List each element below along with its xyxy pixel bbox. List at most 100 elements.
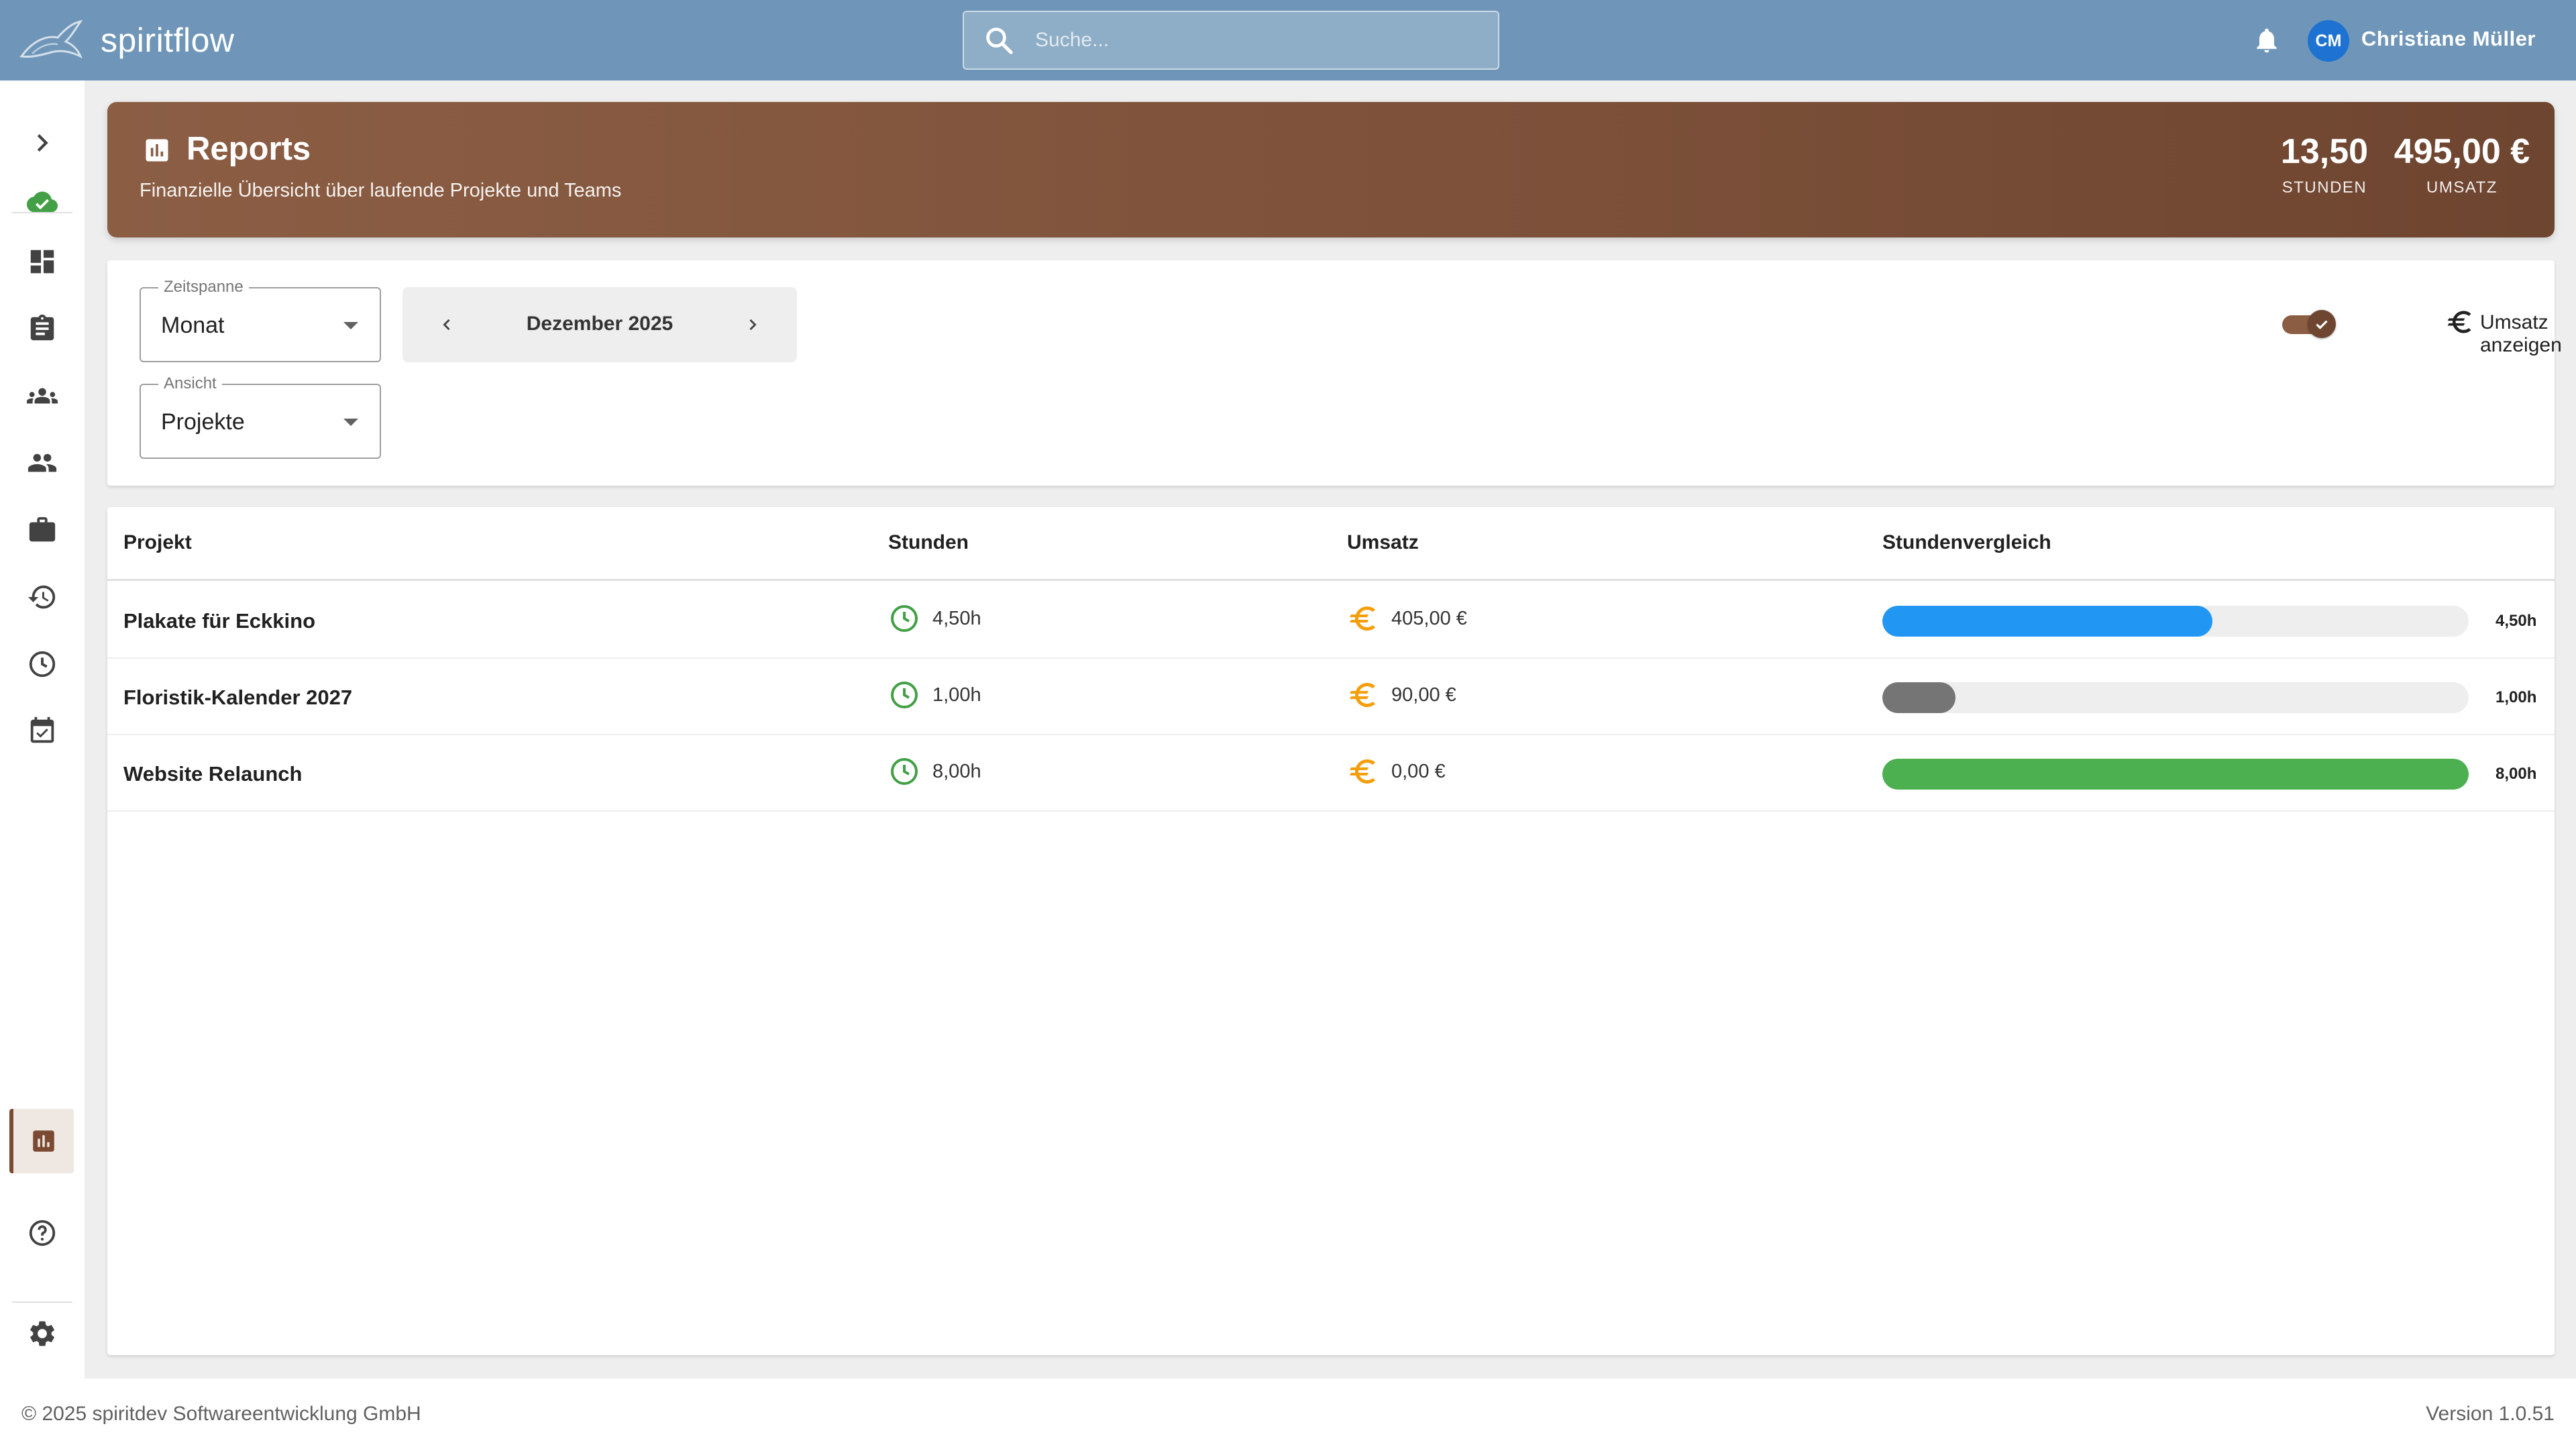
sidebar-item-teams[interactable]: [22, 376, 62, 416]
column-header-hours[interactable]: Stunden: [888, 531, 969, 554]
hours-value: 8,00h: [932, 760, 981, 782]
sidebar-item-history[interactable]: [22, 577, 62, 617]
calendar-check-icon: [30, 716, 54, 743]
table-header: Projekt Stunden Umsatz Stundenvergleich: [107, 507, 2555, 581]
project-name: Floristik-Kalender 2027: [123, 686, 353, 709]
clock-icon: [891, 758, 918, 785]
table-row[interactable]: Plakate für Eckkino 4,50h 405,00 € 4,50h: [107, 582, 2555, 659]
bar-chart-icon: [146, 139, 168, 162]
clock-icon: [891, 682, 918, 708]
hours-bar-fill: [1882, 606, 2212, 637]
clock-icon: [29, 651, 56, 678]
bird-logo-icon: [19, 19, 83, 59]
clipboard-icon: [30, 314, 54, 341]
projects-table: Projekt Stunden Umsatz Stundenvergleich …: [107, 507, 2555, 1355]
revenue-value: 405,00 €: [1391, 607, 1467, 629]
project-name: Website Relaunch: [123, 762, 303, 786]
hours-cell: 8,00h: [888, 755, 981, 788]
sidebar-item-dashboard[interactable]: [22, 241, 62, 282]
hours-bar-track: [1882, 759, 2469, 790]
hours-bar-label: 4,50h: [2496, 612, 2537, 630]
chevron-right-icon: [37, 134, 48, 152]
ansicht-value: Projekte: [161, 409, 245, 435]
sidebar-item-reports[interactable]: [9, 1109, 74, 1173]
footer: © 2025 spiritdev Softwareentwicklung Gmb…: [0, 1379, 2576, 1449]
stat-hours-value: 13,50: [2280, 132, 2369, 171]
clock-icon: [891, 605, 918, 632]
check-icon: [2316, 320, 2328, 329]
sidebar-expand-button[interactable]: [22, 123, 62, 163]
sidebar-item-calendar[interactable]: [22, 711, 62, 751]
sidebar: [0, 80, 85, 1379]
help-icon: [29, 1220, 56, 1246]
hours-bar-track: [1882, 606, 2469, 637]
toggle-knob: [2308, 310, 2336, 338]
revenue-cell: 0,00 €: [1347, 755, 1446, 788]
hours-value: 1,00h: [932, 684, 981, 706]
page-title: Reports: [186, 131, 311, 167]
user-name[interactable]: Christiane Müller: [2361, 27, 2536, 51]
version-text: Version 1.0.51: [2426, 1403, 2555, 1425]
revenue-cell: 90,00 €: [1347, 679, 1456, 711]
hours-value: 4,50h: [932, 607, 981, 629]
reports-header: Reports Finanzielle Übersicht über laufe…: [107, 102, 2555, 237]
brand-name: spiritflow: [101, 21, 235, 59]
project-name: Plakate für Eckkino: [123, 609, 316, 633]
table-row[interactable]: Website Relaunch 8,00h 0,00 € 8,00h: [107, 735, 2555, 812]
hours-cell: 1,00h: [888, 679, 981, 711]
ansicht-select[interactable]: Ansicht Projekte: [140, 374, 381, 459]
search-input[interactable]: [1035, 29, 1471, 52]
ansicht-label: Ansicht: [158, 374, 222, 393]
zeitspanne-value: Monat: [161, 313, 225, 338]
euro-icon: [1350, 683, 1375, 707]
hours-bar-fill: [1882, 759, 2469, 790]
sync-status[interactable]: [22, 182, 62, 222]
hours-bar-track: [1882, 682, 2469, 713]
gear-icon: [30, 1321, 54, 1346]
show-revenue-toggle[interactable]: [2282, 310, 2336, 338]
sidebar-item-tasks[interactable]: [22, 309, 62, 349]
column-header-project[interactable]: Projekt: [123, 531, 192, 554]
table-row[interactable]: Floristik-Kalender 2027 1,00h 90,00 € 1,…: [107, 659, 2555, 735]
column-header-hours-comparison[interactable]: Stundenvergleich: [1882, 531, 2051, 554]
chevron-right-icon: [749, 319, 757, 331]
app-logo[interactable]: spiritflow: [19, 15, 234, 66]
history-icon: [28, 585, 56, 609]
revenue-value: 90,00 €: [1391, 684, 1456, 706]
bar-chart-icon: [33, 1130, 54, 1152]
sidebar-item-time-tracking[interactable]: [22, 644, 62, 684]
column-header-revenue[interactable]: Umsatz: [1347, 531, 1419, 554]
revenue-value: 0,00 €: [1391, 760, 1446, 782]
zeitspanne-select[interactable]: Zeitspanne Monat: [140, 278, 381, 362]
sidebar-divider: [12, 212, 72, 213]
hours-bar-label: 8,00h: [2496, 765, 2537, 783]
next-period-button[interactable]: [739, 311, 766, 338]
revenue-cell: 405,00 €: [1347, 602, 1467, 635]
stat-hours: 13,50 STUNDEN: [2267, 131, 2381, 197]
stat-hours-label: STUNDEN: [2282, 178, 2367, 197]
zeitspanne-label: Zeitspanne: [158, 278, 249, 297]
briefcase-icon: [29, 517, 56, 542]
sidebar-item-projects[interactable]: [22, 510, 62, 550]
sidebar-divider: [12, 1301, 72, 1303]
euro-icon: [1350, 759, 1375, 784]
people-icon: [28, 453, 57, 472]
sidebar-item-users[interactable]: [22, 443, 62, 483]
search-bar[interactable]: [963, 11, 1499, 70]
page-subtitle: Finanzielle Übersicht über laufende Proj…: [140, 180, 622, 201]
euro-icon: [2447, 311, 2471, 333]
caret-down-icon: [343, 322, 358, 329]
top-app-bar: spiritflow CM Christiane Müller: [0, 0, 2576, 80]
hours-bar-fill: [1882, 682, 1956, 713]
copyright-text: © 2025 spiritdev Softwareentwicklung Gmb…: [21, 1403, 421, 1425]
notifications-bell-icon[interactable]: [2252, 25, 2282, 55]
sidebar-item-help[interactable]: [22, 1213, 62, 1253]
stat-revenue-label: UMSATZ: [2426, 178, 2498, 197]
search-icon: [986, 28, 1013, 54]
sidebar-item-settings[interactable]: [22, 1313, 62, 1354]
dashboard-icon: [30, 250, 54, 274]
hours-bar-label: 1,00h: [2496, 688, 2537, 706]
user-avatar[interactable]: CM: [2308, 20, 2349, 62]
show-revenue-label: Umsatz anzeigen: [2480, 311, 2562, 356]
groups-icon: [27, 388, 58, 404]
